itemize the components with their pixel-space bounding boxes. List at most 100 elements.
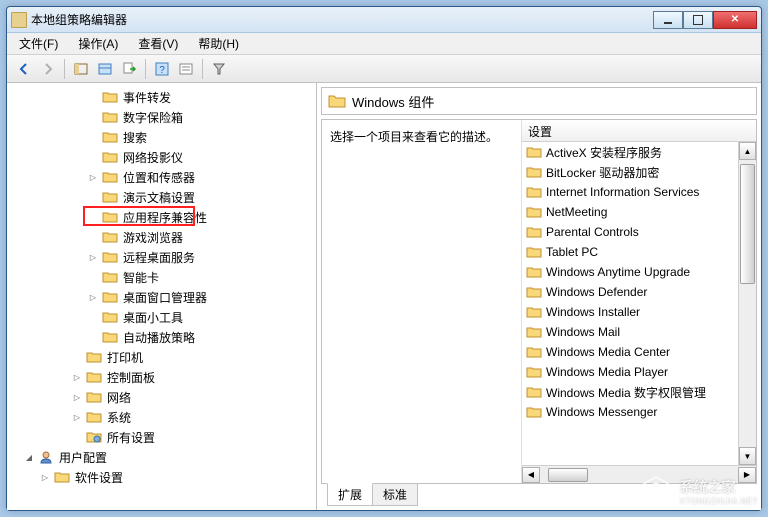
tree-item[interactable]: 自动播放策略 bbox=[7, 327, 316, 347]
tree-label: 智能卡 bbox=[121, 268, 161, 287]
details-button[interactable] bbox=[94, 58, 116, 80]
tree-item[interactable]: 网络投影仪 bbox=[7, 147, 316, 167]
tab-standard[interactable]: 标准 bbox=[372, 484, 418, 506]
list-item-label: Windows Mail bbox=[546, 325, 620, 339]
tree-item[interactable]: 应用程序兼容性 bbox=[7, 207, 316, 227]
tree-expander[interactable]: ▷ bbox=[71, 371, 83, 383]
content-title: Windows 组件 bbox=[352, 92, 434, 111]
list-item[interactable]: Tablet PC bbox=[522, 242, 738, 262]
app-icon bbox=[11, 12, 27, 28]
settings-list[interactable]: ActiveX 安装程序服务BitLocker 驱动器加密Internet In… bbox=[522, 142, 738, 465]
vertical-scrollbar[interactable]: ▲ ▼ bbox=[738, 142, 756, 465]
tree-expander[interactable] bbox=[87, 151, 99, 163]
tree-item[interactable]: ◢用户配置 bbox=[7, 447, 316, 467]
show-tree-button[interactable] bbox=[70, 58, 92, 80]
tree-expander[interactable] bbox=[71, 431, 83, 443]
list-item[interactable]: BitLocker 驱动器加密 bbox=[522, 162, 738, 182]
tree-expander[interactable]: ▷ bbox=[39, 471, 51, 483]
tree-expander[interactable] bbox=[87, 271, 99, 283]
toolbar: ? bbox=[7, 55, 761, 83]
list-item-label: Windows Media Player bbox=[546, 365, 668, 379]
list-item[interactable]: Windows Messenger bbox=[522, 402, 738, 422]
list-item[interactable]: Windows Media 数字权限管理 bbox=[522, 382, 738, 402]
tab-extended[interactable]: 扩展 bbox=[327, 483, 373, 506]
menu-help[interactable]: 帮助(H) bbox=[192, 33, 245, 54]
tree-item[interactable]: 搜索 bbox=[7, 127, 316, 147]
tree-expander[interactable] bbox=[87, 131, 99, 143]
tree-expander[interactable] bbox=[87, 231, 99, 243]
minimize-button[interactable] bbox=[653, 11, 683, 29]
tree-item[interactable]: ▷位置和传感器 bbox=[7, 167, 316, 187]
list-item[interactable]: Windows Defender bbox=[522, 282, 738, 302]
tree-pane[interactable]: 事件转发数字保险箱搜索网络投影仪▷位置和传感器演示文稿设置应用程序兼容性游戏浏览… bbox=[7, 83, 317, 510]
scroll-up-button[interactable]: ▲ bbox=[739, 142, 756, 160]
tree-expander[interactable]: ▷ bbox=[71, 391, 83, 403]
detail-area: 选择一个项目来查看它的描述。 设置 ActiveX 安装程序服务BitLocke… bbox=[321, 119, 757, 484]
tree-expander[interactable] bbox=[87, 191, 99, 203]
tree: 事件转发数字保险箱搜索网络投影仪▷位置和传感器演示文稿设置应用程序兼容性游戏浏览… bbox=[7, 87, 316, 487]
tree-item[interactable]: ▷ 系统 bbox=[7, 407, 316, 427]
export-button[interactable] bbox=[118, 58, 140, 80]
menu-file[interactable]: 文件(F) bbox=[13, 33, 64, 54]
scroll-left-button[interactable]: ◀ bbox=[522, 467, 540, 483]
tree-expander[interactable] bbox=[87, 111, 99, 123]
list-item[interactable]: Windows Media Center bbox=[522, 342, 738, 362]
description-pane: 选择一个项目来查看它的描述。 bbox=[322, 120, 522, 483]
list-item[interactable]: Windows Media Player bbox=[522, 362, 738, 382]
tree-expander[interactable] bbox=[71, 351, 83, 363]
list-item[interactable]: Parental Controls bbox=[522, 222, 738, 242]
scroll-thumb[interactable] bbox=[740, 164, 755, 284]
tree-item[interactable]: ▷ 网络 bbox=[7, 387, 316, 407]
menu-view[interactable]: 查看(V) bbox=[132, 33, 184, 54]
tree-item[interactable]: ▷控制面板 bbox=[7, 367, 316, 387]
tree-expander[interactable]: ▷ bbox=[87, 171, 99, 183]
tree-label: 系统 bbox=[105, 408, 133, 427]
tree-label: 网络 bbox=[105, 388, 133, 407]
titlebar[interactable]: 本地组策略编辑器 bbox=[7, 7, 761, 33]
filter-button[interactable] bbox=[208, 58, 230, 80]
tree-item[interactable]: 所有设置 bbox=[7, 427, 316, 447]
column-header-settings[interactable]: 设置 bbox=[522, 120, 756, 142]
tab-strip: 扩展 标准 bbox=[321, 484, 757, 506]
menu-action[interactable]: 操作(A) bbox=[72, 33, 124, 54]
tree-item[interactable]: ▷ 软件设置 bbox=[7, 467, 316, 487]
horizontal-scrollbar[interactable]: ◀ ▶ bbox=[522, 465, 756, 483]
tree-item[interactable]: 演示文稿设置 bbox=[7, 187, 316, 207]
scroll-right-button[interactable]: ▶ bbox=[738, 467, 756, 483]
properties-button[interactable] bbox=[175, 58, 197, 80]
tree-label: 游戏浏览器 bbox=[121, 228, 185, 247]
scroll-track[interactable] bbox=[739, 160, 756, 447]
list-item[interactable]: Windows Installer bbox=[522, 302, 738, 322]
tree-item[interactable]: 智能卡 bbox=[7, 267, 316, 287]
list-item[interactable]: NetMeeting bbox=[522, 202, 738, 222]
scroll-thumb[interactable] bbox=[548, 468, 588, 482]
tree-item[interactable]: 打印机 bbox=[7, 347, 316, 367]
tree-expander[interactable] bbox=[87, 331, 99, 343]
tree-expander[interactable] bbox=[87, 311, 99, 323]
tree-label: 软件设置 bbox=[73, 468, 125, 487]
tree-item[interactable]: ▷桌面窗口管理器 bbox=[7, 287, 316, 307]
scroll-track[interactable] bbox=[540, 467, 738, 483]
tree-expander[interactable]: ▷ bbox=[87, 251, 99, 263]
tree-expander[interactable]: ◢ bbox=[23, 451, 35, 463]
scroll-down-button[interactable]: ▼ bbox=[739, 447, 756, 465]
close-button[interactable] bbox=[713, 11, 757, 29]
help-button[interactable]: ? bbox=[151, 58, 173, 80]
tree-item[interactable]: 游戏浏览器 bbox=[7, 227, 316, 247]
back-button[interactable] bbox=[13, 58, 35, 80]
tree-item[interactable]: 事件转发 bbox=[7, 87, 316, 107]
tree-expander[interactable] bbox=[87, 211, 99, 223]
tree-item[interactable]: 桌面小工具 bbox=[7, 307, 316, 327]
tree-expander[interactable]: ▷ bbox=[71, 411, 83, 423]
forward-button[interactable] bbox=[37, 58, 59, 80]
list-item[interactable]: Windows Anytime Upgrade bbox=[522, 262, 738, 282]
tree-expander[interactable]: ▷ bbox=[87, 291, 99, 303]
list-item[interactable]: Windows Mail bbox=[522, 322, 738, 342]
tree-item[interactable]: ▷远程桌面服务 bbox=[7, 247, 316, 267]
tree-item[interactable]: 数字保险箱 bbox=[7, 107, 316, 127]
list-item[interactable]: Internet Information Services bbox=[522, 182, 738, 202]
main-window: 本地组策略编辑器 文件(F) 操作(A) 查看(V) 帮助(H) ? 事件转发数… bbox=[6, 6, 762, 511]
list-item[interactable]: ActiveX 安装程序服务 bbox=[522, 142, 738, 162]
tree-expander[interactable] bbox=[87, 91, 99, 103]
maximize-button[interactable] bbox=[683, 11, 713, 29]
